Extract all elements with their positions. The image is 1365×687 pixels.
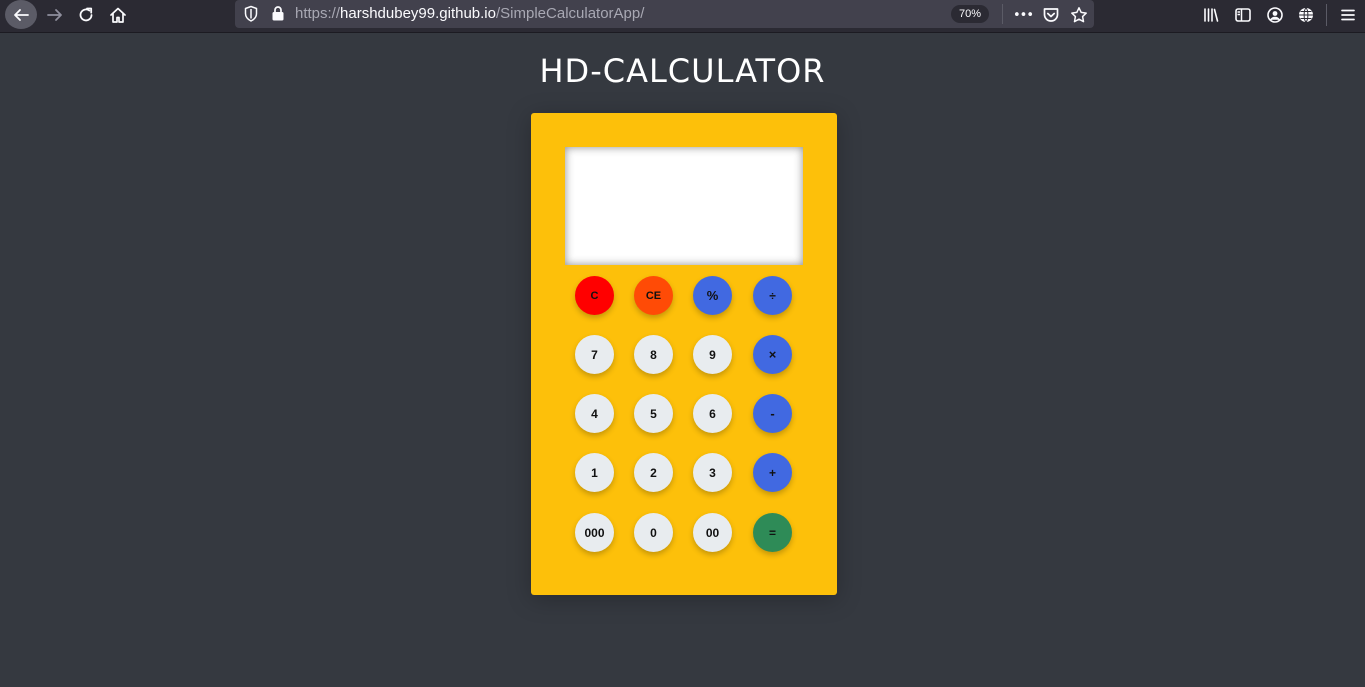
triple-zero-button[interactable]: 000 — [575, 513, 614, 552]
page-title: HD-CALCULATOR — [539, 52, 826, 90]
double-zero-button[interactable]: 00 — [693, 513, 732, 552]
url-host: harshdubey99.github.io — [340, 5, 496, 22]
zoom-level-badge[interactable]: 70% — [951, 5, 989, 23]
extensions-button[interactable] — [1291, 2, 1321, 28]
reload-button[interactable] — [71, 2, 101, 28]
six-button[interactable]: 6 — [693, 394, 732, 433]
add-button[interactable]: + — [753, 453, 792, 492]
toolbar-divider — [1326, 4, 1327, 26]
star-icon — [1070, 6, 1088, 24]
percent-button[interactable]: % — [693, 276, 732, 315]
pocket-button[interactable] — [1036, 2, 1066, 28]
arrow-right-icon — [46, 6, 64, 24]
home-button[interactable] — [103, 2, 133, 28]
sidebar-button[interactable] — [1228, 2, 1258, 28]
globe-icon — [1297, 6, 1315, 24]
five-button[interactable]: 5 — [634, 394, 673, 433]
home-icon — [109, 6, 127, 24]
calculator: C CE % ÷ 7 8 9 × 4 5 6 - 1 2 3 + 000 0 0… — [531, 113, 837, 595]
account-button[interactable] — [1260, 2, 1290, 28]
url-text[interactable]: https://harshdubey99.github.io/SimpleCal… — [295, 0, 644, 28]
back-button[interactable] — [5, 0, 37, 29]
clear-entry-button[interactable]: CE — [634, 276, 673, 315]
four-button[interactable]: 4 — [575, 394, 614, 433]
lock-icon[interactable] — [271, 5, 285, 26]
arrow-left-icon — [12, 6, 30, 24]
multiply-button[interactable]: × — [753, 335, 792, 374]
equals-button[interactable]: = — [753, 513, 792, 552]
menu-button[interactable] — [1333, 2, 1363, 28]
divide-button[interactable]: ÷ — [753, 276, 792, 315]
forward-button[interactable] — [40, 2, 70, 28]
one-button[interactable]: 1 — [575, 453, 614, 492]
account-icon — [1266, 6, 1284, 24]
nine-button[interactable]: 9 — [693, 335, 732, 374]
eight-button[interactable]: 8 — [634, 335, 673, 374]
two-button[interactable]: 2 — [634, 453, 673, 492]
url-bar-divider — [1002, 4, 1003, 24]
clear-button[interactable]: C — [575, 276, 614, 315]
three-button[interactable]: 3 — [693, 453, 732, 492]
seven-button[interactable]: 7 — [575, 335, 614, 374]
url-path: /SimpleCalculatorApp/ — [496, 5, 645, 22]
hamburger-menu-icon — [1339, 6, 1357, 24]
more-icon: ••• — [1012, 7, 1034, 23]
bookmark-star-button[interactable] — [1064, 2, 1094, 28]
calculator-display — [565, 147, 803, 265]
browser-toolbar: https://harshdubey99.github.io/SimpleCal… — [0, 0, 1365, 33]
pocket-icon — [1042, 6, 1060, 24]
library-button[interactable] — [1196, 2, 1226, 28]
sidebar-icon — [1234, 6, 1252, 24]
zero-button[interactable]: 0 — [634, 513, 673, 552]
reload-icon — [77, 6, 95, 24]
url-scheme: https:// — [295, 5, 341, 22]
shield-icon[interactable] — [243, 5, 259, 27]
subtract-button[interactable]: - — [753, 394, 792, 433]
library-icon — [1202, 6, 1220, 24]
more-actions-button[interactable]: ••• — [1008, 2, 1038, 28]
